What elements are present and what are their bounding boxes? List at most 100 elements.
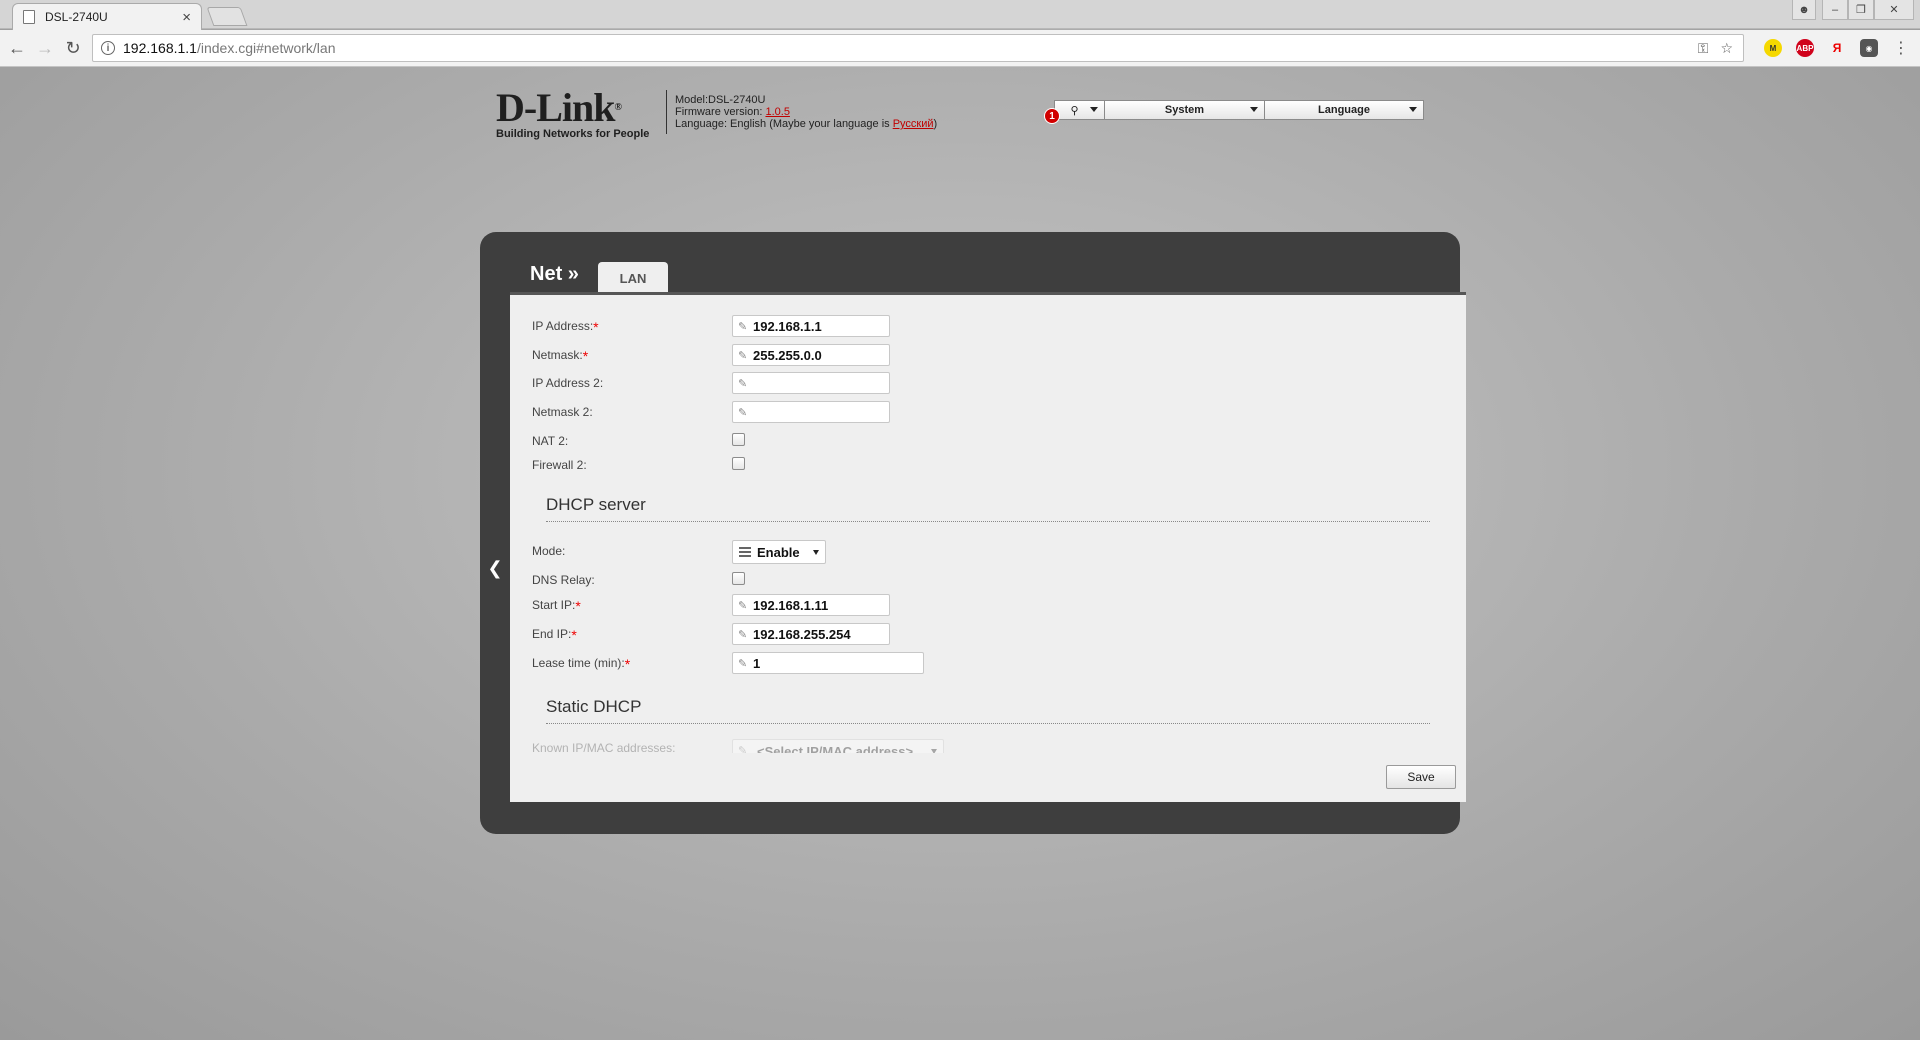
dhcp-mode-label: Mode:	[532, 544, 566, 558]
ip-address-label: IP Address:*	[532, 319, 599, 335]
user-icon[interactable]: ☻	[1792, 0, 1816, 20]
start-ip-input[interactable]: ✎ 192.168.1.11	[732, 594, 890, 616]
tab-title: DSL-2740U	[45, 10, 108, 24]
netmask-input[interactable]: ✎ 255.255.0.0	[732, 344, 890, 366]
nat-2-row: NAT 2:	[532, 430, 1332, 452]
address-bar[interactable]: i 192.168.1.1/index.cgi#network/lan ⚿ ☆	[92, 34, 1744, 62]
lease-time-input[interactable]: ✎ 1	[732, 652, 924, 674]
nat-2-checkbox[interactable]	[732, 433, 745, 446]
ip-address-2-row: IP Address 2: ✎	[532, 372, 1332, 394]
dhcp-mode-select[interactable]: Enable	[732, 540, 826, 564]
netmask-2-input[interactable]: ✎	[732, 401, 890, 423]
yandex-icon[interactable]: Я	[1828, 39, 1846, 57]
pencil-icon: ✎	[738, 321, 748, 333]
language-prefix: Language: English (Maybe your language i…	[675, 118, 893, 130]
collapse-arrow-icon[interactable]: ❮	[487, 558, 502, 578]
required-mark: *	[624, 656, 631, 672]
label-text: IP Address:	[532, 319, 594, 333]
save-button[interactable]: Save	[1386, 765, 1456, 789]
notifications-menu[interactable]: ⚲	[1054, 100, 1104, 120]
language-menu[interactable]: Language	[1264, 100, 1424, 120]
pencil-icon: ✎	[738, 378, 748, 390]
system-menu-label: System	[1164, 104, 1205, 116]
list-icon	[739, 547, 751, 557]
url-path: /index.cgi#network/lan	[196, 40, 336, 56]
chevron-down-icon	[1409, 107, 1417, 112]
start-ip-label: Start IP:*	[532, 598, 581, 614]
pencil-icon: ✎	[738, 629, 748, 641]
ip-address-value: 192.168.1.1	[753, 318, 822, 334]
firewall-2-checkbox[interactable]	[732, 457, 745, 470]
end-ip-label: End IP:*	[532, 627, 577, 643]
required-mark: *	[575, 598, 581, 614]
notification-badge[interactable]: 1	[1044, 108, 1060, 124]
required-mark: *	[571, 627, 577, 643]
extension-m-icon[interactable]: M	[1764, 39, 1782, 57]
dns-relay-row: DNS Relay:	[532, 569, 1332, 591]
page-icon	[23, 10, 35, 24]
pencil-icon: ✎	[738, 350, 748, 362]
language-link[interactable]: Русский	[893, 118, 934, 130]
dhcp-mode-value: Enable	[757, 544, 800, 560]
restore-icon[interactable]: ❐	[1848, 0, 1874, 20]
firewall-2-label: Firewall 2:	[532, 458, 587, 472]
language-menu-label: Language	[1318, 104, 1370, 116]
minimize-icon[interactable]: –	[1822, 0, 1848, 20]
reload-icon[interactable]: ↻	[62, 37, 84, 59]
chevron-down-icon	[931, 749, 937, 753]
pencil-icon: ✎	[738, 600, 748, 612]
chevron-down-icon	[1250, 107, 1258, 112]
start-ip-value: 192.168.1.11	[753, 597, 829, 613]
info-icon[interactable]: i	[101, 41, 115, 55]
tab-lan[interactable]: LAN	[598, 262, 668, 294]
menu-dots-icon[interactable]: ⋮	[1890, 37, 1912, 59]
ip-address-2-input[interactable]: ✎	[732, 372, 890, 394]
end-ip-value: 192.168.255.254	[753, 626, 851, 642]
label-text: Netmask:	[532, 348, 583, 362]
language-suffix: )	[933, 118, 938, 130]
dhcp-mode-row: Mode: Enable	[532, 540, 1332, 564]
dns-relay-label: DNS Relay:	[532, 573, 595, 587]
start-ip-row: Start IP:* ✎ 192.168.1.11	[532, 594, 1332, 616]
end-ip-row: End IP:* ✎ 192.168.255.254	[532, 623, 1332, 645]
firewall-2-row: Firewall 2:	[532, 454, 1332, 476]
lease-time-label: Lease time (min):*	[532, 656, 630, 672]
bookmark-star-icon[interactable]: ☆	[1720, 40, 1733, 57]
breadcrumb[interactable]: Net »	[530, 263, 579, 286]
header-divider	[666, 90, 667, 134]
lease-time-row: Lease time (min):* ✎ 1	[532, 652, 1332, 674]
key-icon[interactable]: ⚿	[1698, 40, 1709, 57]
pencil-icon: ✎	[738, 658, 748, 670]
ip-address-input[interactable]: ✎ 192.168.1.1	[732, 315, 890, 337]
close-window-icon[interactable]: ✕	[1874, 0, 1914, 20]
forward-icon[interactable]: →	[34, 37, 56, 59]
system-menu[interactable]: System	[1104, 100, 1264, 120]
end-ip-input[interactable]: ✎ 192.168.255.254	[732, 623, 890, 645]
firmware-version-link[interactable]: 1.0.5	[765, 106, 789, 118]
firmware-text: Firmware version: 1.0.5	[675, 106, 937, 118]
back-icon[interactable]: ←	[6, 37, 28, 59]
device-info: Model:DSL-2740U Firmware version: 1.0.5 …	[675, 94, 937, 130]
nat-2-label: NAT 2:	[532, 434, 569, 448]
netmask-2-row: Netmask 2: ✎	[532, 401, 1332, 423]
dhcp-server-heading: DHCP server	[546, 495, 1430, 522]
new-tab-button[interactable]	[206, 7, 248, 26]
netmask-label: Netmask:*	[532, 348, 588, 364]
label-text: Start IP:	[532, 598, 576, 612]
known-addresses-select[interactable]: ✎ <Select IP/MAC address>	[732, 739, 944, 753]
dlink-logo: D-Link® Building Networks for People	[496, 88, 650, 141]
top-menu: ⚲ System Language	[1054, 100, 1424, 120]
required-mark: *	[593, 319, 599, 335]
netmask-2-label: Netmask 2:	[532, 405, 593, 419]
browser-tab[interactable]: DSL-2740U ×	[12, 3, 202, 30]
extension-shield-icon[interactable]: ◉	[1860, 39, 1878, 57]
close-tab-icon[interactable]: ×	[182, 9, 191, 26]
adblock-icon[interactable]: ABP	[1796, 39, 1814, 57]
url-host: 192.168.1.1	[123, 40, 197, 56]
logo-tagline: Building Networks for People	[496, 128, 650, 140]
netmask-value: 255.255.0.0	[753, 347, 822, 363]
model-text: Model:DSL-2740U	[675, 94, 766, 106]
dns-relay-checkbox[interactable]	[732, 572, 745, 585]
lease-time-value: 1	[753, 655, 761, 671]
main-panel: Net » LAN ❮ IP Address:* ✎ 192.168.1.1 Ne…	[480, 232, 1466, 834]
